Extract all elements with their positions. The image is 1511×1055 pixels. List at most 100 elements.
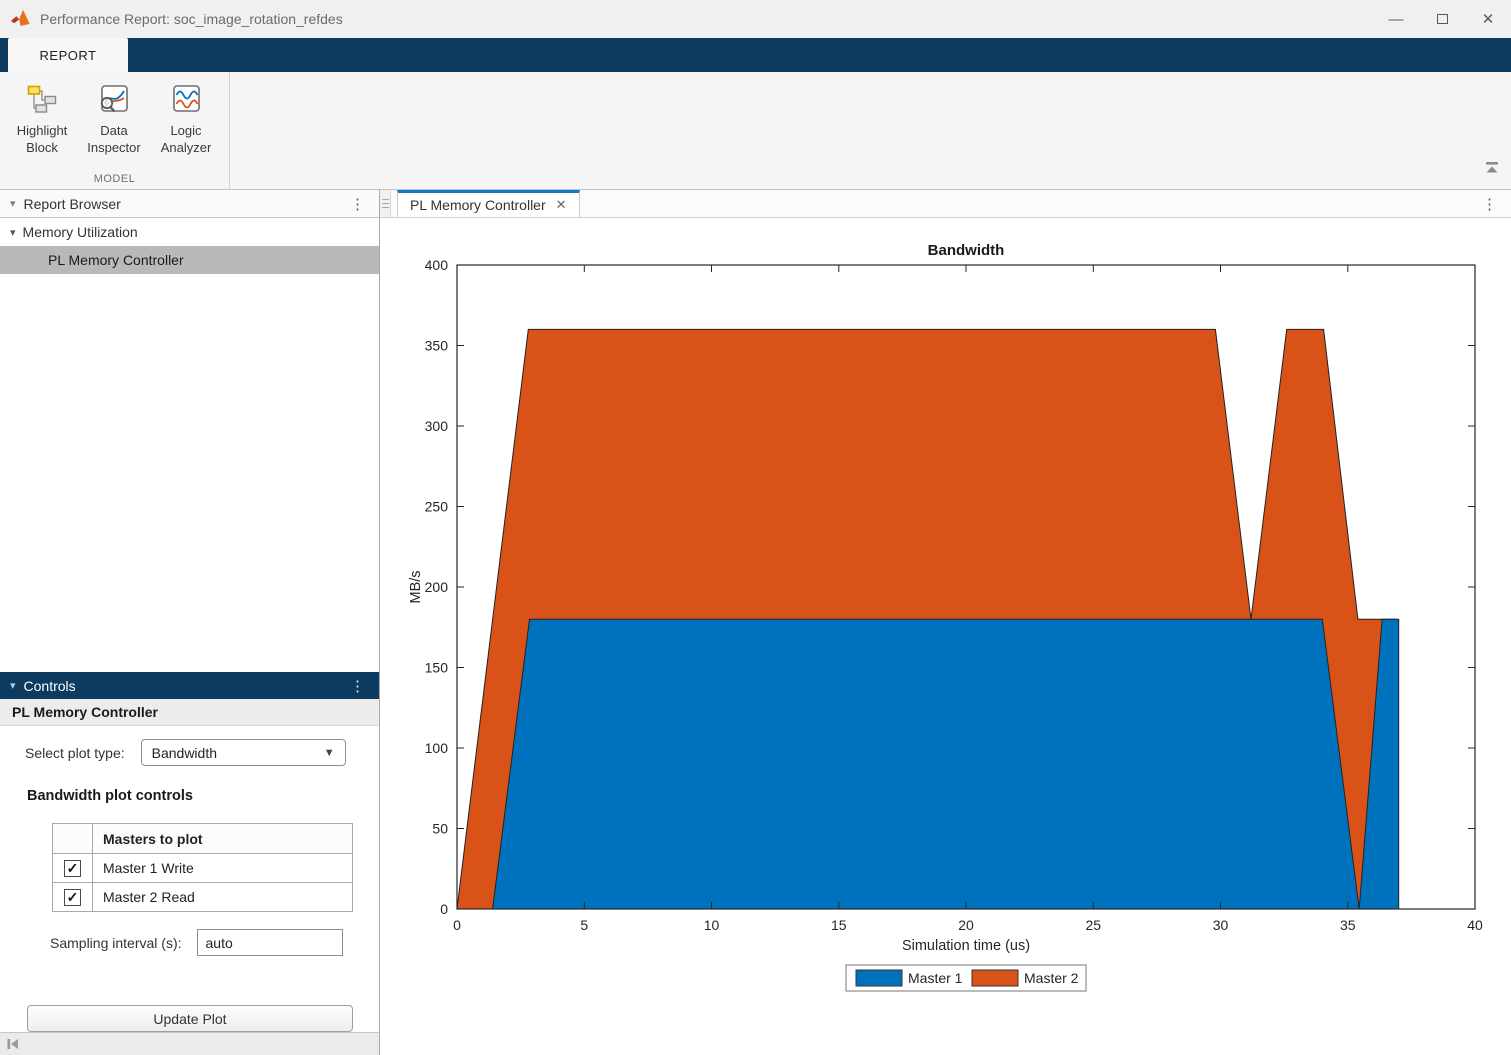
data-inspector-label: Data Inspector [87,123,141,155]
document-tab-bar: PL Memory Controller ✕ ⋮ [380,190,1511,218]
tab-close-icon[interactable]: ✕ [556,197,567,213]
tab-report[interactable]: REPORT [8,38,128,72]
x-axis-label: Simulation time (us) [902,938,1030,954]
plot-type-value: Bandwidth [151,744,218,761]
svg-text:50: 50 [432,821,448,837]
svg-text:250: 250 [425,499,449,515]
ribbon-toolbar: Highlight Block Data Inspector Logic Ana… [0,72,1511,190]
masters-to-plot-table: Masters to plot ✓ Master 1 Write ✓ Maste… [52,823,353,912]
maximize-icon [1436,14,1448,24]
tab-pl-memory-controller[interactable]: PL Memory Controller ✕ [397,190,580,217]
svg-text:400: 400 [425,257,449,273]
controls-title: Controls [23,677,76,694]
model-tool-group: Highlight Block Data Inspector Logic Ana… [0,72,230,189]
update-plot-button[interactable]: Update Plot [27,1005,353,1032]
data-inspector-icon [100,85,128,113]
ribbon-tab-strip: REPORT [0,38,1511,72]
collapse-panel-left-icon[interactable] [6,1038,20,1050]
legend-label: Master 1 [908,970,963,986]
collapse-ribbon-icon [1486,162,1498,173]
tree-expander-icon[interactable]: ▾ [10,226,16,239]
tree-item-pl-memory-controller[interactable]: PL Memory Controller [0,246,379,274]
performance-report-window: Performance Report: soc_image_rotation_r… [0,0,1511,1055]
panel-splitter[interactable] [380,190,391,217]
logic-analyzer-label: Logic Analyzer [160,123,212,155]
collapse-triangle-icon[interactable]: ▾ [10,679,16,692]
report-browser-menu-button[interactable]: ⋮ [350,195,379,213]
bandwidth-controls-heading: Bandwidth plot controls [27,788,193,804]
dropdown-arrow-icon: ▼ [323,746,335,759]
report-browser-tree: ▾ Memory Utilization PL Memory Controlle… [0,218,379,274]
window-controls: — ✕ [1373,0,1511,38]
controls-body: Select plot type: Bandwidth ▼ Bandwidth … [0,726,379,1032]
collapse-triangle-icon[interactable]: ▾ [10,197,16,210]
model-group-label: MODEL [93,173,136,185]
chart-area: 0 5 10 15 20 25 30 35 40 0 50 100 150 200 250 300 350 400… [380,218,1511,1055]
matlab-logo-icon [10,9,30,26]
table-header-row: Masters to plot [52,823,353,854]
y-axis-label: MB/s [408,570,424,603]
check-icon: ✓ [66,888,79,905]
svg-text:10: 10 [704,917,720,933]
sampling-interval-input[interactable] [196,929,343,956]
legend-swatch [855,969,903,987]
svg-text:20: 20 [958,917,974,933]
logic-analyzer-icon [173,85,200,112]
main-panel: PL Memory Controller ✕ ⋮ 0 5 10 15 20 25 30 35 4… [380,190,1511,1055]
checkbox-master-2-read[interactable]: ✓ [64,888,81,906]
masters-to-plot-header: Masters to plot [92,823,353,854]
controls-header[interactable]: ▾ Controls ⋮ [0,672,379,699]
master-2-read-label: Master 2 Read [92,882,353,912]
tree-item-label: PL Memory Controller [48,252,184,268]
svg-text:0: 0 [453,917,461,933]
tree-item-memory-utilization[interactable]: ▾ Memory Utilization [0,218,379,246]
bandwidth-chart: 0 5 10 15 20 25 30 35 40050100150200250300350400… [408,242,1483,992]
window-title: Performance Report: soc_image_rotation_r… [40,11,343,27]
svg-text:350: 350 [425,338,449,354]
checkbox-master-1-write[interactable]: ✓ [64,859,81,877]
svg-text:200: 200 [425,579,449,595]
tree-item-label: Memory Utilization [22,224,138,240]
table-row: ✓ Master 2 Read [52,882,353,912]
left-panel: ▾ Report Browser ⋮ ▾ Memory Utilization … [0,190,380,1055]
collapse-ribbon-button[interactable] [1483,161,1501,179]
table-row: ✓ Master 1 Write [52,853,353,883]
controls-menu-button[interactable]: ⋮ [350,677,379,695]
plot-type-dropdown[interactable]: Bandwidth ▼ [140,739,346,766]
area-series [456,328,1400,910]
plot-type-label: Select plot type: [25,744,125,761]
area-master-1 [492,618,1400,910]
sampling-interval-label: Sampling interval (s): [50,934,182,951]
report-browser-empty-space [0,274,379,672]
master-1-write-label: Master 1 Write [92,853,353,883]
report-browser-title: Report Browser [23,195,121,212]
highlight-block-icon [27,85,57,113]
close-button[interactable]: ✕ [1465,0,1511,38]
svg-text:25: 25 [1086,917,1102,933]
checkbox-column-header [52,823,93,854]
svg-text:300: 300 [425,418,449,434]
chart-legend: Master 1 Master 2 [845,964,1087,992]
legend-swatch [971,969,1019,987]
chart-title: Bandwidth [928,242,1005,259]
svg-text:40: 40 [1467,917,1483,933]
titlebar: Performance Report: soc_image_rotation_r… [0,0,1511,38]
left-panel-bottom-bar [0,1032,379,1055]
tab-bar-menu-button[interactable]: ⋮ [1482,190,1511,217]
svg-text:35: 35 [1340,917,1356,933]
svg-text:5: 5 [580,917,588,933]
legend-label: Master 2 [1024,970,1079,986]
svg-text:30: 30 [1213,917,1229,933]
splitter-handle-icon [381,199,389,208]
svg-text:100: 100 [425,740,449,756]
svg-text:0: 0 [440,901,448,917]
minimize-button[interactable]: — [1373,0,1419,38]
maximize-button[interactable] [1419,0,1465,38]
controls-subtitle: PL Memory Controller [0,699,379,726]
close-icon: ✕ [1481,11,1495,28]
content-area: ▾ Report Browser ⋮ ▾ Memory Utilization … [0,190,1511,1055]
svg-text:15: 15 [831,917,847,933]
minimize-icon: — [1388,10,1404,28]
report-browser-header[interactable]: ▾ Report Browser ⋮ [0,190,379,218]
svg-text:150: 150 [425,660,449,676]
